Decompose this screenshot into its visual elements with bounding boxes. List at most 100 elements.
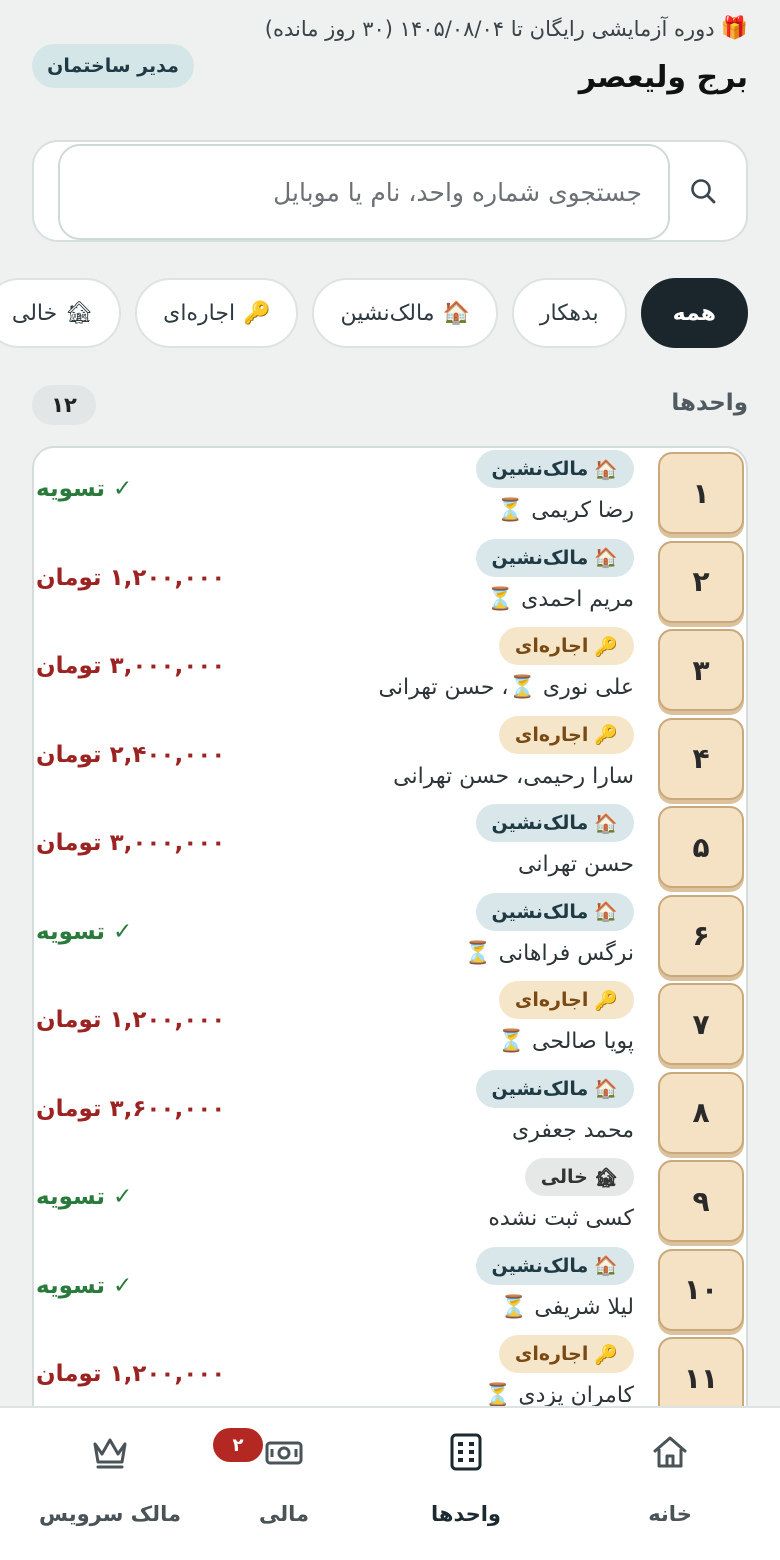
filter-owner[interactable]: 🏠 مالک‌نشین xyxy=(312,278,498,348)
filter-label: مالک‌نشین xyxy=(340,300,435,326)
debt-amount: ۳,۰۰۰,۰۰۰ تومان xyxy=(36,830,226,856)
house-icon: 🏠 xyxy=(594,1078,618,1100)
unit-number-tile[interactable]: ۱۰ xyxy=(658,1248,744,1331)
building-name: برج ولیعصر xyxy=(578,60,748,95)
unit-type-label: اجاره‌ای xyxy=(514,1343,589,1365)
house-icon: 🏠 xyxy=(594,901,618,923)
unit-row[interactable]: ۱ 🏠 مالک‌نشین رضا کریمی ⏳ ✓ تسویه xyxy=(34,448,746,536)
filter-label: همه xyxy=(672,300,716,326)
units-grid-icon xyxy=(450,1433,482,1471)
unit-type-label: اجاره‌ای xyxy=(514,723,589,746)
unit-type-badge: 🏠 مالک‌نشین xyxy=(475,804,634,842)
house-icon: 🏠 xyxy=(594,547,618,569)
unit-type-badge: 🏚 خالی xyxy=(524,1158,634,1196)
unit-number-tile[interactable]: ۷ xyxy=(658,983,744,1065)
unit-number-tile[interactable]: ۳ xyxy=(658,629,744,711)
nav-label: خانه xyxy=(648,1502,692,1526)
unit-type-label: مالک‌نشین xyxy=(491,1077,589,1100)
filter-label: خالی xyxy=(11,300,58,326)
unit-type-badge: 🔑 اجاره‌ای xyxy=(498,627,634,665)
unit-occupant: محمد جعفری xyxy=(512,1117,634,1143)
nav-label: مالی xyxy=(258,1502,310,1526)
unit-occupant: کامران یزدی ⏳ xyxy=(483,1383,634,1408)
filter-empty[interactable]: 🏚 خالی xyxy=(0,278,122,348)
debt-amount: ۱,۲۰۰,۰۰۰ تومان xyxy=(36,1007,226,1033)
unit-occupant: سارا رحیمی، حسن تهرانی xyxy=(393,763,634,789)
unit-row[interactable]: ۷ 🔑 اجاره‌ای پویا صالحی ⏳ ۱,۲۰۰,۰۰۰ تومان xyxy=(34,979,746,1067)
unit-type-badge: 🏠 مالک‌نشین xyxy=(475,538,634,577)
debt-amount: ۳,۶۰۰,۰۰۰ تومان xyxy=(36,1095,226,1122)
unit-number-tile[interactable]: ۲ xyxy=(658,540,744,623)
unit-occupant: نرگس فراهانی ⏳ xyxy=(464,940,634,966)
debt-amount: ۱,۲۰۰,۰۰۰ تومان xyxy=(36,1361,226,1387)
gift-icon: 🎁 xyxy=(720,16,748,41)
house-icon: 🏠 xyxy=(594,458,618,481)
search-input[interactable] xyxy=(58,144,670,240)
unit-type-label: مالک‌نشین xyxy=(491,546,589,569)
unit-type-badge: 🔑 اجاره‌ای xyxy=(498,981,634,1019)
unit-type-badge: 🏠 مالک‌نشین xyxy=(475,450,634,488)
unit-type-label: مالک‌نشین xyxy=(491,1254,589,1277)
key-icon: 🔑 xyxy=(594,1343,618,1366)
unit-type-label: اجاره‌ای xyxy=(514,989,589,1011)
unit-row[interactable]: ۳ 🔑 اجاره‌ای علی نوری ⏳، حسن تهرانی ۳,۰۰۰,۰۰… xyxy=(34,625,746,713)
unit-row[interactable]: ۵ 🏠 مالک‌نشین حسن تهرانی ۳,۰۰۰,۰۰۰ تومان xyxy=(34,802,746,890)
bottom-nav: خانه واحدها ۲ مالی مالک سرویس xyxy=(0,1406,780,1560)
key-icon: 🔑 xyxy=(594,989,618,1012)
unit-row[interactable]: ۱۰ 🏠 مالک‌نشین لیلا شریفی ⏳ ✓ تسویه xyxy=(34,1245,746,1333)
filter-rental[interactable]: 🔑 اجاره‌ای xyxy=(135,278,299,348)
role-badge[interactable]: مدیر ساختمان xyxy=(32,44,194,88)
cash-icon xyxy=(265,1441,303,1465)
nav-label: مالک سرویس xyxy=(39,1502,181,1526)
unit-number-tile[interactable]: ۹ xyxy=(658,1160,744,1242)
unit-number-tile[interactable]: ۸ xyxy=(658,1071,744,1154)
nav-finance[interactable]: ۲ مالی xyxy=(199,1428,369,1542)
key-icon: 🔑 xyxy=(594,724,618,746)
unit-type-label: مالک‌نشین xyxy=(491,900,589,923)
search-box xyxy=(32,140,748,242)
unit-row[interactable]: ۹ 🏚 خالی کسی ثبت نشده ✓ تسویه xyxy=(34,1156,746,1244)
unit-row[interactable]: ۲ 🏠 مالک‌نشین مریم احمدی ⏳ ۱,۲۰۰,۰۰۰ تومان xyxy=(34,537,746,625)
settled-status: ✓ تسویه xyxy=(36,1184,133,1210)
unit-type-badge: 🏠 مالک‌نشین xyxy=(475,1246,634,1285)
settled-status: ✓ تسویه xyxy=(36,918,133,945)
nav-home[interactable]: خانه xyxy=(585,1432,755,1542)
nav-label: واحدها xyxy=(431,1502,501,1526)
unit-row[interactable]: ۶ 🏠 مالک‌نشین نرگس فراهانی ⏳ ✓ تسویه xyxy=(34,891,746,979)
key-icon: 🔑 xyxy=(594,635,618,658)
filter-debtor[interactable]: بدهکار xyxy=(511,278,627,348)
unit-row[interactable]: ۸ 🏠 مالک‌نشین محمد جعفری ۳,۶۰۰,۰۰۰ تومان xyxy=(34,1068,746,1156)
house-icon: 🏠 xyxy=(594,1255,618,1277)
key-icon: 🔑 xyxy=(243,300,271,326)
filter-chips: همه بدهکار 🏠 مالک‌نشین 🔑 اجاره‌ای 🏚 خالی xyxy=(0,278,748,348)
empty-house-icon: 🏚 xyxy=(593,1166,618,1189)
nav-service-owner[interactable]: مالک سرویس xyxy=(25,1432,195,1542)
unit-row[interactable]: ۴ 🔑 اجاره‌ای سارا رحیمی، حسن تهرانی ۲,۴۰۰,۰۰… xyxy=(34,714,746,802)
unit-number-tile[interactable]: ۵ xyxy=(658,806,744,888)
section-title: واحدها xyxy=(671,390,748,416)
filter-all[interactable]: همه xyxy=(640,278,748,348)
unit-occupant: پویا صالحی ⏳ xyxy=(497,1029,634,1054)
unit-occupant: لیلا شریفی ⏳ xyxy=(499,1294,634,1320)
debt-amount: ۳,۰۰۰,۰۰۰ تومان xyxy=(36,653,226,679)
unit-type-badge: 🔑 اجاره‌ای xyxy=(498,1335,634,1373)
settled-status: ✓ تسویه xyxy=(36,1272,133,1299)
unit-occupant: رضا کریمی ⏳ xyxy=(496,498,634,523)
unit-number-tile[interactable]: ۴ xyxy=(658,717,744,800)
unit-type-badge: 🏠 مالک‌نشین xyxy=(475,892,634,931)
trial-text: دوره آزمایشی رایگان تا ۱۴۰۵/۰۸/۰۴ (۳۰ رو… xyxy=(264,16,715,41)
filter-label: بدهکار xyxy=(539,300,599,326)
home-icon xyxy=(653,1436,687,1468)
empty-house-icon: 🏚 xyxy=(65,300,94,326)
crown-icon xyxy=(93,1438,127,1469)
filter-label: اجاره‌ای xyxy=(163,300,236,326)
unit-number-tile[interactable]: ۱ xyxy=(658,452,744,534)
unit-number-tile[interactable]: ۶ xyxy=(658,894,744,977)
trial-banner: 🎁 دوره آزمایشی رایگان تا ۱۴۰۵/۰۸/۰۴ (۳۰ … xyxy=(265,16,748,41)
nav-units[interactable]: واحدها xyxy=(381,1432,551,1542)
unit-type-label: خالی xyxy=(540,1166,588,1188)
debt-amount: ۱,۲۰۰,۰۰۰ تومان xyxy=(36,564,226,591)
unit-type-badge: 🏠 مالک‌نشین xyxy=(475,1069,634,1108)
settled-status: ✓ تسویه xyxy=(36,476,133,502)
search-icon[interactable] xyxy=(688,176,718,206)
